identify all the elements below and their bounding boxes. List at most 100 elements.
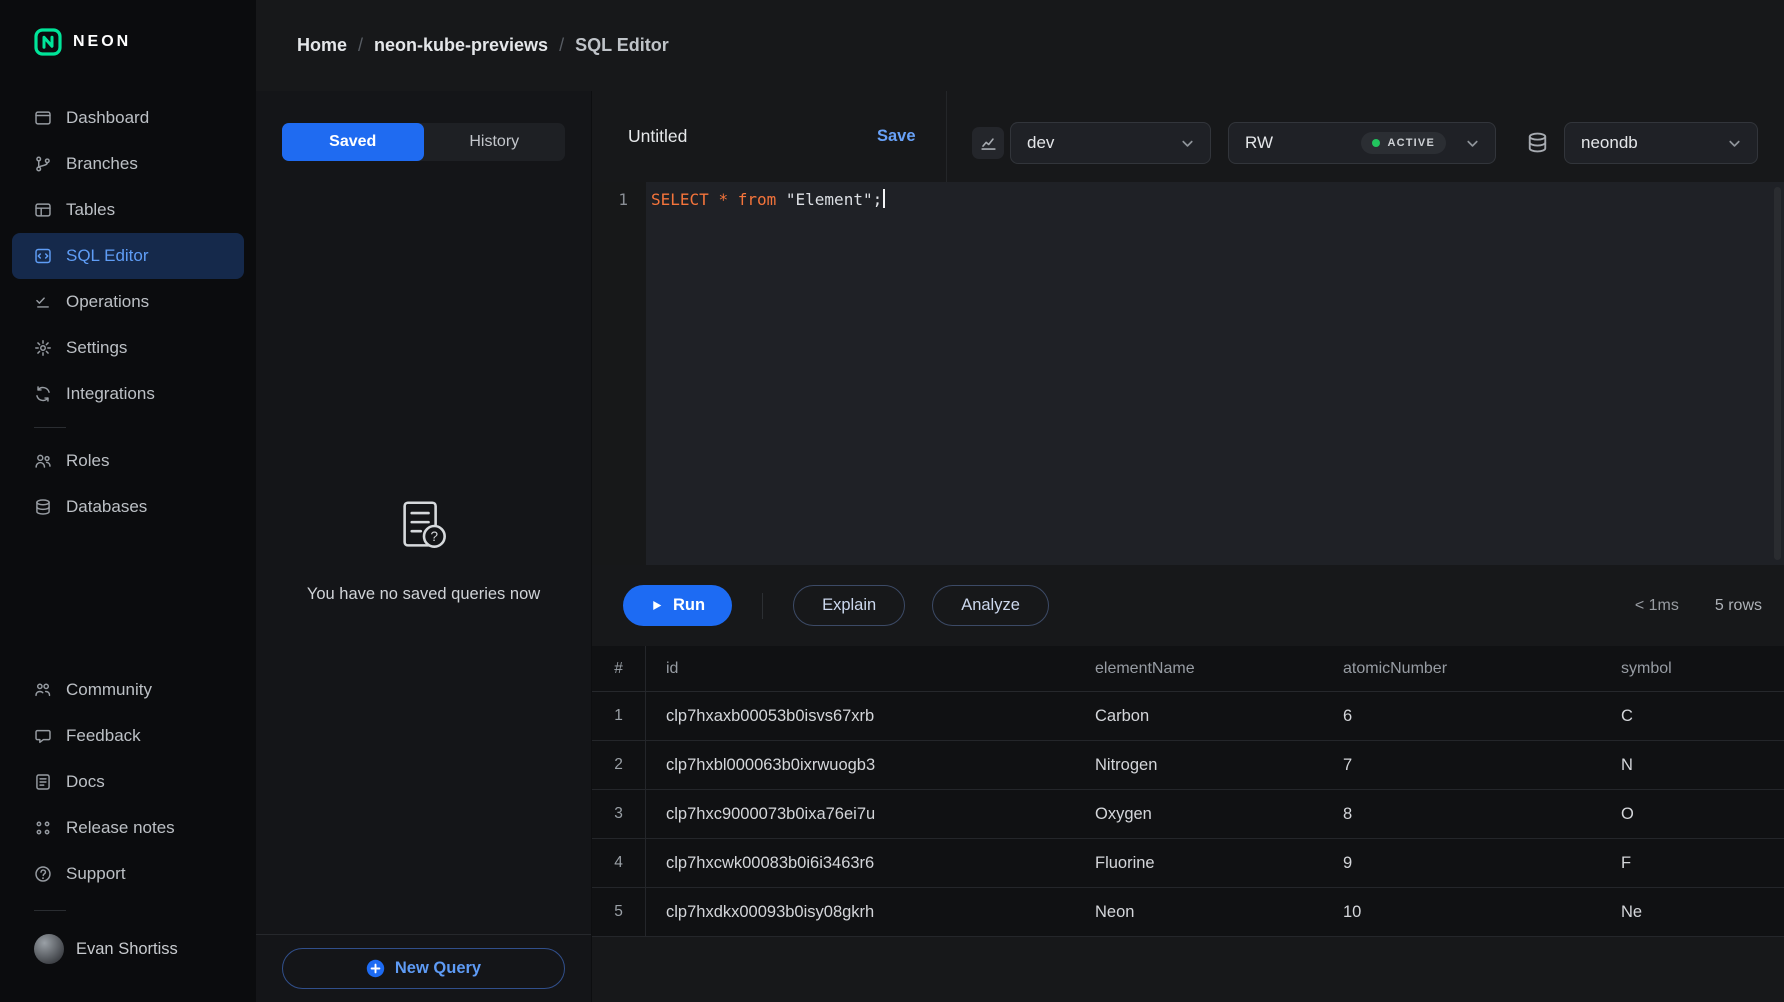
breadcrumb-project[interactable]: neon-kube-previews bbox=[374, 35, 548, 56]
analyze-button[interactable]: Analyze bbox=[932, 585, 1049, 626]
table-row: 2clp7hxbl000063b0ixrwuogb3Nitrogen7N bbox=[592, 741, 1784, 790]
table-cell: Fluorine bbox=[1075, 839, 1323, 887]
breadcrumb-home[interactable]: Home bbox=[297, 35, 347, 56]
sidebar-item-roles[interactable]: Roles bbox=[12, 438, 244, 484]
row-number-cell: 5 bbox=[592, 888, 646, 936]
column-header: elementName bbox=[1075, 646, 1323, 691]
brand-name: NEON bbox=[73, 33, 131, 51]
neon-logo-icon bbox=[34, 28, 62, 56]
queries-tabs: Saved History bbox=[282, 123, 565, 161]
no-saved-queries-icon: ? bbox=[393, 495, 455, 557]
sql-token-plain bbox=[776, 190, 786, 209]
new-query-label: New Query bbox=[395, 959, 481, 978]
sidebar-item-label: Databases bbox=[66, 497, 147, 517]
sidebar-item-databases[interactable]: Databases bbox=[12, 484, 244, 530]
table-cell: 7 bbox=[1323, 741, 1601, 789]
row-number-cell: 4 bbox=[592, 839, 646, 887]
explain-button[interactable]: Explain bbox=[793, 585, 905, 626]
sidebar-item-operations[interactable]: Operations bbox=[12, 279, 244, 325]
table-cell: Nitrogen bbox=[1075, 741, 1323, 789]
tab-saved[interactable]: Saved bbox=[282, 123, 424, 161]
sidebar-item-label: Settings bbox=[66, 338, 127, 358]
query-duration: < 1ms bbox=[1635, 597, 1679, 615]
roles-icon bbox=[34, 452, 52, 470]
table-cell: 10 bbox=[1323, 888, 1601, 936]
sql-token-keyword: from bbox=[738, 190, 777, 209]
release-notes-icon bbox=[34, 819, 52, 837]
avatar bbox=[34, 934, 64, 964]
sidebar-item-label: Docs bbox=[66, 772, 105, 792]
branch-select-value: dev bbox=[1027, 133, 1054, 153]
query-title: Untitled bbox=[628, 91, 687, 182]
support-icon bbox=[34, 865, 52, 883]
neon-logo[interactable]: NEON bbox=[34, 28, 131, 56]
table-cell: Ne bbox=[1601, 888, 1784, 936]
breadcrumb-separator: / bbox=[559, 35, 564, 56]
new-query-button[interactable]: New Query bbox=[282, 948, 565, 989]
sidebar-item-feedback[interactable]: Feedback bbox=[12, 713, 244, 759]
user-menu[interactable]: Evan Shortiss bbox=[12, 926, 244, 972]
sidebar-item-tables[interactable]: Tables bbox=[12, 187, 244, 233]
table-cell: Neon bbox=[1075, 888, 1323, 936]
divider bbox=[34, 427, 66, 428]
table-cell: N bbox=[1601, 741, 1784, 789]
line-number-gutter: 1 bbox=[592, 182, 646, 565]
sidebar-item-label: Support bbox=[66, 864, 126, 884]
database-icon bbox=[1526, 131, 1549, 154]
breadcrumb-current: SQL Editor bbox=[575, 35, 669, 56]
sidebar-item-label: Community bbox=[66, 680, 152, 700]
breadcrumb: Home / neon-kube-previews / SQL Editor bbox=[297, 35, 669, 56]
empty-state: ? You have no saved queries now bbox=[256, 495, 591, 604]
editor-scrollbar[interactable] bbox=[1774, 187, 1781, 560]
run-label: Run bbox=[673, 596, 705, 615]
sidebar-item-release-notes[interactable]: Release notes bbox=[12, 805, 244, 851]
table-cell: clp7hxbl000063b0ixrwuogb3 bbox=[646, 741, 1075, 789]
docs-icon bbox=[34, 773, 52, 791]
code-content[interactable]: SELECT * from "Element"; bbox=[646, 182, 1770, 565]
table-cell: 6 bbox=[1323, 692, 1601, 740]
integrations-icon bbox=[34, 385, 52, 403]
sidebar-item-docs[interactable]: Docs bbox=[12, 759, 244, 805]
database-select[interactable]: neondb bbox=[1564, 122, 1758, 164]
sidebar-item-branches[interactable]: Branches bbox=[12, 141, 244, 187]
empty-state-text: You have no saved queries now bbox=[307, 585, 540, 604]
table-cell: Oxygen bbox=[1075, 790, 1323, 838]
sql-editor[interactable]: 1 SELECT * from "Element"; bbox=[592, 182, 1784, 565]
sql-editor-icon bbox=[34, 247, 52, 265]
editor-header: Untitled Save dev RW ACTIVE bbox=[592, 91, 1784, 182]
table-cell: clp7hxc9000073b0ixa76ei7u bbox=[646, 790, 1075, 838]
tables-icon bbox=[34, 201, 52, 219]
editor-area: Untitled Save dev RW ACTIVE bbox=[592, 91, 1784, 1002]
results-header-row: #idelementNameatomicNumbersymbol bbox=[592, 646, 1784, 692]
table-cell: clp7hxcwk00083b0i6i3463r6 bbox=[646, 839, 1075, 887]
sql-token-plain bbox=[709, 190, 719, 209]
save-button[interactable]: Save bbox=[877, 91, 916, 182]
column-header: id bbox=[646, 646, 1075, 691]
compute-status-text: ACTIVE bbox=[1387, 137, 1435, 149]
sidebar-item-dashboard[interactable]: Dashboard bbox=[12, 95, 244, 141]
sidebar-item-settings[interactable]: Settings bbox=[12, 325, 244, 371]
sidebar-item-label: Tables bbox=[66, 200, 115, 220]
branch-select[interactable]: dev bbox=[1010, 122, 1211, 164]
column-header: symbol bbox=[1601, 646, 1784, 691]
sidebar-item-community[interactable]: Community bbox=[12, 667, 244, 713]
sidebar-item-sql-editor[interactable]: SQL Editor bbox=[12, 233, 244, 279]
run-button[interactable]: Run bbox=[623, 585, 732, 626]
compute-select[interactable]: RW ACTIVE bbox=[1228, 122, 1496, 164]
query-action-bar: Run Explain Analyze < 1ms 5 rows bbox=[592, 565, 1784, 646]
sidebar-item-support[interactable]: Support bbox=[12, 851, 244, 897]
saved-queries-panel: Saved History ? You have no saved querie… bbox=[256, 91, 592, 1002]
topbar: Home / neon-kube-previews / SQL Editor bbox=[256, 0, 1784, 91]
row-number-cell: 2 bbox=[592, 741, 646, 789]
breadcrumb-separator: / bbox=[358, 35, 363, 56]
result-row-count: 5 rows bbox=[1715, 597, 1762, 615]
line-number: 1 bbox=[592, 186, 628, 214]
table-row: 5clp7hxdkx00093b0isy08gkrhNeon10Ne bbox=[592, 888, 1784, 937]
branch-graph-icon bbox=[972, 127, 1004, 159]
chevron-down-icon bbox=[1464, 135, 1481, 152]
sidebar-item-integrations[interactable]: Integrations bbox=[12, 371, 244, 417]
sql-token-string: "Element" bbox=[786, 190, 873, 209]
tab-history[interactable]: History bbox=[424, 123, 566, 161]
user-name: Evan Shortiss bbox=[76, 940, 178, 959]
sidebar-nav-primary: DashboardBranches Tables SQL EditorOperati… bbox=[12, 95, 244, 530]
